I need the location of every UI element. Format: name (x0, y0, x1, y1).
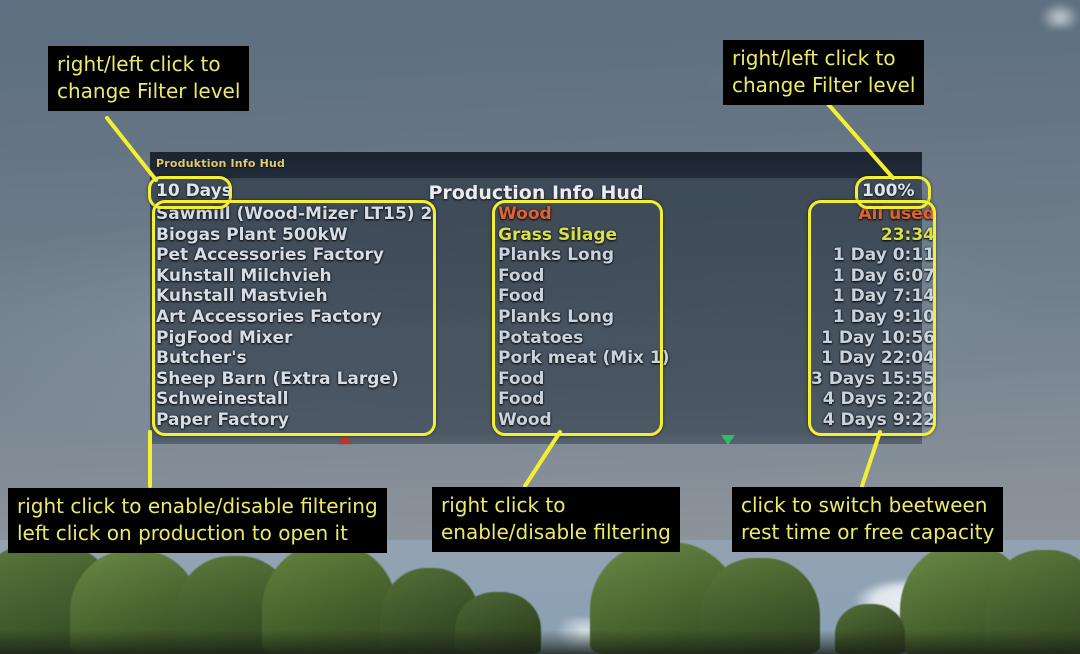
screenshot-stage: Produktion Info Hud Production Info Hud … (0, 0, 1080, 654)
column-times[interactable]: All used 23:34 1 Day 0:11 1 Day 6:07 1 D… (665, 204, 935, 431)
time-row[interactable]: 1 Day 0:11 (665, 245, 935, 266)
time-row[interactable]: 1 Day 6:07 (665, 266, 935, 287)
good-row[interactable]: Wood (498, 410, 670, 431)
production-row[interactable]: Kuhstall Milchvieh (156, 266, 432, 287)
cloud-small (1040, 2, 1080, 28)
good-row[interactable]: Food (498, 286, 670, 307)
ground-shadow (0, 630, 1080, 654)
good-row[interactable]: Food (498, 369, 670, 390)
production-row[interactable]: Sheep Barn (Extra Large) (156, 369, 432, 390)
production-row[interactable]: Pet Accessories Factory (156, 245, 432, 266)
column-productions[interactable]: Sawmill (Wood-Mizer LT15) 2 Biogas Plant… (156, 204, 432, 431)
hud-window-title: Produktion Info Hud (156, 157, 286, 170)
scroll-down-arrow-icon[interactable] (721, 435, 735, 445)
time-row[interactable]: 1 Day 22:04 (665, 348, 935, 369)
filter-percent-value[interactable]: 100% (862, 181, 915, 201)
good-row[interactable]: Wood (498, 204, 670, 225)
good-row[interactable]: Food (498, 266, 670, 287)
annotation-top-left: right/left click to change Filter level (48, 46, 250, 111)
time-row[interactable]: 1 Day 10:56 (665, 328, 935, 349)
time-row[interactable]: 23:34 (665, 225, 935, 246)
production-info-hud-panel[interactable]: Produktion Info Hud Production Info Hud … (150, 152, 935, 444)
production-row[interactable]: PigFood Mixer (156, 328, 432, 349)
production-row[interactable]: Kuhstall Mastvieh (156, 286, 432, 307)
production-row[interactable]: Butcher's (156, 348, 432, 369)
hud-main-title: Production Info Hud (428, 182, 644, 204)
good-row[interactable]: Food (498, 389, 670, 410)
annotation-bottom-left: right click to enable/disable filtering … (8, 488, 387, 553)
column-goods[interactable]: Wood Grass Silage Planks Long Food Food … (498, 204, 670, 431)
annotation-bottom-right: click to switch beetween rest time or fr… (732, 487, 1004, 552)
time-row[interactable]: 4 Days 2:20 (665, 389, 935, 410)
time-row[interactable]: 4 Days 9:22 (665, 410, 935, 431)
annotation-top-right: right/left click to change Filter level (723, 40, 925, 105)
hud-title-bar: Produktion Info Hud (150, 152, 922, 178)
good-row[interactable]: Planks Long (498, 307, 670, 328)
annotation-bottom-middle: right click to enable/disable filtering (432, 487, 680, 552)
production-row[interactable]: Art Accessories Factory (156, 307, 432, 328)
production-row[interactable]: Schweinestall (156, 389, 432, 410)
production-row[interactable]: Biogas Plant 500kW (156, 225, 432, 246)
production-row[interactable]: Paper Factory (156, 410, 432, 431)
time-row[interactable]: 3 Days 15:55 (665, 369, 935, 390)
filter-days-value[interactable]: 10 Days (156, 181, 232, 201)
good-row[interactable]: Planks Long (498, 245, 670, 266)
time-row[interactable]: All used (665, 204, 935, 225)
production-row[interactable]: Sawmill (Wood-Mizer LT15) 2 (156, 204, 432, 225)
good-row[interactable]: Grass Silage (498, 225, 670, 246)
time-row[interactable]: 1 Day 7:14 (665, 286, 935, 307)
scroll-up-arrow-icon[interactable] (338, 434, 352, 444)
time-row[interactable]: 1 Day 9:10 (665, 307, 935, 328)
good-row[interactable]: Pork meat (Mix 1) (498, 348, 670, 369)
good-row[interactable]: Potatoes (498, 328, 670, 349)
